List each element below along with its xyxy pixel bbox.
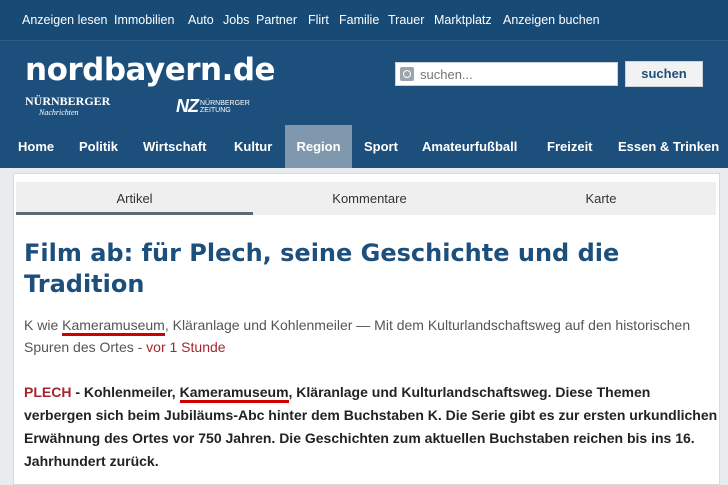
body-prefix: - Kohlenmeiler, — [71, 384, 180, 400]
top-nav: Anzeigen lesen Immobilien Auto Jobs Part… — [0, 0, 728, 41]
site-logo[interactable]: nordbayern.de — [25, 52, 276, 88]
body-highlight: Kameramuseum — [179, 384, 289, 403]
nz-logo-line2: ZEITUNG — [200, 106, 231, 114]
search-box — [395, 62, 618, 86]
search-button[interactable]: suchen — [625, 61, 703, 87]
nav-wirtschaft[interactable]: Wirtschaft — [143, 125, 206, 168]
top-nav-marktplatz[interactable]: Marktplatz — [434, 13, 492, 27]
nav-home[interactable]: Home — [18, 125, 54, 168]
top-nav-anzeigen-lesen[interactable]: Anzeigen lesen — [22, 13, 107, 27]
nn-logo-line1: NÜRNBERGER — [25, 94, 111, 108]
tab-karte[interactable]: Karte — [486, 182, 716, 215]
nz-logo-line1: NÜRNBERGER — [200, 99, 250, 107]
nav-politik[interactable]: Politik — [79, 125, 118, 168]
nn-logo[interactable]: NÜRNBERGER Nachrichten — [25, 94, 111, 118]
article-body: PLECH - Kohlenmeiler, Kameramuseum, Klär… — [24, 381, 719, 473]
top-nav-immobilien[interactable]: Immobilien — [114, 13, 174, 27]
top-nav-flirt[interactable]: Flirt — [308, 13, 329, 27]
article-teaser: K wie Kameramuseum, Kläranlage und Kohle… — [24, 314, 714, 358]
nn-logo-line2: Nachrichten — [39, 108, 79, 117]
article-title: Film ab: für Plech, seine Geschichte und… — [24, 239, 620, 298]
nav-freizeit[interactable]: Freizeit — [547, 125, 593, 168]
nav-sport[interactable]: Sport — [364, 125, 398, 168]
article-timestamp: vor 1 Stunde — [146, 339, 226, 355]
article-card: Artikel Kommentare Karte Film ab: für Pl… — [13, 173, 720, 485]
nz-logo-text: NÜRNBERGER ZEITUNG — [200, 100, 250, 114]
top-nav-jobs[interactable]: Jobs — [223, 13, 249, 27]
site-header: Anzeigen lesen Immobilien Auto Jobs Part… — [0, 0, 728, 125]
nz-logo[interactable]: NZ NÜRNBERGER ZEITUNG — [176, 96, 250, 117]
nz-logo-mark: NZ — [176, 96, 199, 116]
teaser-prefix: K wie — [24, 317, 63, 333]
tab-kommentare[interactable]: Kommentare — [253, 182, 486, 215]
top-nav-trauer[interactable]: Trauer — [388, 13, 424, 27]
main-nav: Home Politik Wirtschaft Kultur Region Sp… — [0, 125, 728, 168]
top-nav-familie[interactable]: Familie — [339, 13, 379, 27]
teaser-highlight: Kameramuseum — [62, 317, 165, 336]
nav-amateurfussball[interactable]: Amateurfußball — [422, 125, 517, 168]
search-input[interactable] — [418, 65, 612, 83]
search-icon — [400, 67, 414, 81]
top-nav-anzeigen-buchen[interactable]: Anzeigen buchen — [503, 13, 600, 27]
article-location: PLECH — [24, 384, 72, 400]
nav-kultur[interactable]: Kultur — [234, 125, 272, 168]
article-tabs: Artikel Kommentare Karte — [16, 182, 716, 215]
top-nav-partner[interactable]: Partner — [256, 13, 297, 27]
top-nav-auto[interactable]: Auto — [188, 13, 214, 27]
nav-region[interactable]: Region — [285, 125, 352, 168]
tab-artikel[interactable]: Artikel — [16, 182, 253, 215]
nav-essen-trinken[interactable]: Essen & Trinken — [618, 125, 719, 168]
